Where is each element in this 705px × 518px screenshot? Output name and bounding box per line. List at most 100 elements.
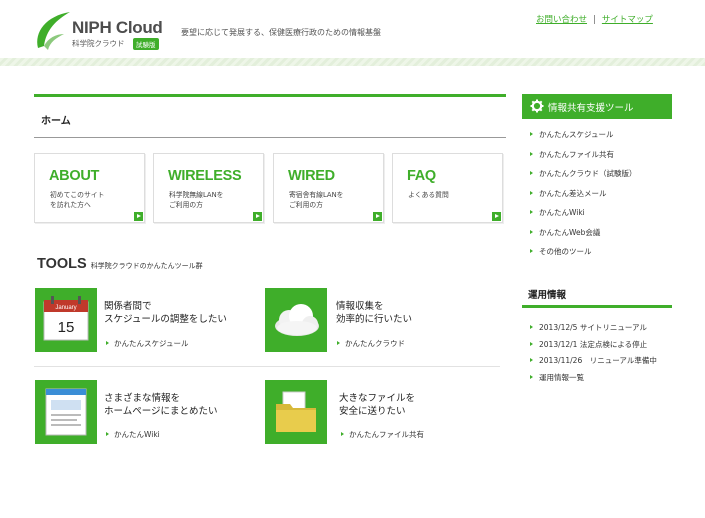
arrow-right-icon	[341, 432, 344, 436]
arrow-right-icon	[530, 249, 533, 253]
sidebar-item-fileshare[interactable]: かんたんファイル共有	[530, 149, 637, 169]
tool-link-wiki[interactable]: かんたんWiki	[106, 429, 160, 440]
sidebar-item-mail[interactable]: かんたん差込メール	[530, 188, 637, 208]
arrow-right-icon	[530, 210, 533, 214]
tool-description: さまざまな情報を ホームページにまとめたい	[104, 392, 218, 419]
logo-swoosh-icon	[37, 12, 70, 50]
ops-item[interactable]: 2013/12/5 サイトリニューアル	[530, 322, 675, 334]
contact-link[interactable]: お問い合わせ	[536, 15, 587, 25]
cloud-icon[interactable]	[265, 288, 327, 352]
webpage-icon[interactable]	[35, 380, 97, 444]
arrow-right-icon	[530, 374, 533, 379]
tool-description: 情報収集を 効率的に行いたい	[336, 300, 412, 327]
tools-title: TOOLS	[37, 256, 87, 272]
tool-link-label: かんたんスケジュール	[114, 339, 189, 348]
nav-box-desc-line: よくある質問	[408, 191, 449, 199]
ops-item-label: 2013/12/5 サイトリニューアル	[539, 323, 647, 332]
page-title: ホーム	[41, 116, 71, 127]
folder-icon[interactable]	[265, 380, 327, 444]
top-links: お問い合わせ | サイトマップ	[536, 13, 653, 25]
ops-item-label: 2013/12/1 法定点検による停止	[539, 339, 648, 349]
nav-box-title: FAQ	[407, 168, 436, 184]
nav-box-faq[interactable]: FAQ よくある質問	[392, 153, 503, 223]
beta-badge: 試験版	[133, 38, 159, 50]
sidebar-item-label: かんたんファイル共有	[539, 149, 614, 159]
nav-box-wired[interactable]: WIRED 寄宿舎有線LANを ご利用の方	[273, 153, 384, 223]
sitemap-link[interactable]: サイトマップ	[602, 15, 653, 25]
calendar-month: January	[55, 305, 76, 311]
sidebar-tools-title: 情報共有支援ツール	[548, 103, 634, 114]
nav-box-desc: 寄宿舎有線LANを ご利用の方	[289, 191, 343, 211]
ops-item[interactable]: 運用情報一覧	[530, 372, 675, 384]
sidebar-tools-list: かんたんスケジュール かんたんファイル共有 かんたんクラウド（試験版） かんたん…	[530, 129, 637, 266]
tool-desc-line: 大きなファイルを	[339, 393, 416, 404]
tool-desc-line: さまざまな情報を	[104, 393, 181, 404]
tool-link-schedule[interactable]: かんたんスケジュール	[106, 338, 188, 349]
nav-box-title: WIRED	[288, 168, 335, 184]
tool-desc-line: スケジュールの調整をしたい	[104, 314, 227, 326]
sidebar-item-webmeeting[interactable]: かんたんWeb会議	[530, 227, 637, 247]
arrow-right-icon	[530, 190, 533, 195]
arrow-right-icon	[492, 212, 501, 221]
ops-item-label: 運用情報一覧	[539, 372, 584, 382]
ops-item[interactable]: 2013/12/1 法定点検による停止	[530, 339, 675, 351]
calendar-icon[interactable]: January 15	[35, 288, 97, 352]
nav-box-desc-line: 初めてこのサイト	[50, 191, 105, 199]
arrow-right-icon	[373, 212, 382, 221]
sidebar-item-other[interactable]: その他のツール	[530, 246, 637, 266]
divider	[34, 366, 500, 367]
arrow-right-icon	[530, 132, 533, 136]
sidebar-item-cloud[interactable]: かんたんクラウド（試験版）	[530, 168, 637, 188]
tool-link-label: かんたんクラウド	[345, 339, 405, 348]
sidebar-tools-header: 情報共有支援ツール	[522, 94, 672, 119]
tool-description: 関係者間で スケジュールの調整をしたい	[104, 300, 227, 327]
nav-box-desc: よくある質問	[408, 191, 449, 201]
tool-link-fileshare[interactable]: かんたんファイル共有	[341, 429, 424, 440]
arrow-right-icon	[530, 325, 533, 329]
sidebar-item-label: かんたん差込メール	[539, 188, 607, 198]
nav-box-wireless[interactable]: WIRELESS 科学院無線LANを ご利用の方	[153, 153, 264, 223]
ops-item[interactable]: 2013/11/26 リニューアル準備中	[530, 355, 662, 367]
arrow-right-icon	[253, 212, 262, 221]
sidebar-item-label: かんたんWeb会議	[539, 227, 601, 237]
ops-list: 2013/12/5 サイトリニューアル 2013/12/1 法定点検による停止 …	[530, 322, 675, 384]
arrow-right-icon	[106, 432, 109, 436]
sidebar-item-label: その他のツール	[539, 247, 592, 256]
arrow-right-icon	[530, 229, 533, 234]
sidebar-item-wiki[interactable]: かんたんWiki	[530, 207, 637, 227]
sidebar-item-label: かんたんスケジュール	[539, 130, 614, 139]
folder-graphic	[276, 391, 316, 432]
arrow-right-icon	[530, 358, 533, 363]
site-tagline: 要望に応じて発展する、保健医療行政のための情報基盤	[181, 28, 381, 37]
nav-box-desc: 初めてこのサイト を訪れた方へ	[50, 191, 104, 211]
nav-box-about[interactable]: ABOUT 初めてこのサイト を訪れた方へ	[34, 153, 145, 223]
calendar-day: 15	[58, 319, 75, 336]
logo-subtitle: 科学院クラウド	[72, 39, 125, 48]
ops-divider	[522, 305, 672, 308]
nav-box-desc-line: ご利用の方	[169, 200, 203, 209]
tool-link-label: かんたんファイル共有	[349, 430, 424, 439]
cloud-graphic	[275, 304, 319, 336]
nav-box-desc-line: 科学院無線LANを	[169, 191, 224, 199]
ops-item-label: 2013/11/26 リニューアル準備中	[539, 356, 657, 366]
sidebar-item-label: かんたんクラウド（試験版）	[539, 169, 637, 178]
arrow-right-icon	[337, 341, 340, 345]
arrow-right-icon	[134, 212, 143, 221]
nav-box-desc-line: を訪れた方へ	[50, 200, 91, 209]
arrow-right-icon	[106, 341, 109, 345]
tool-desc-line: 関係者間で	[104, 301, 152, 312]
ops-title: 運用情報	[528, 290, 567, 301]
header-stripe	[0, 58, 705, 66]
logo-title[interactable]: NIPH Cloud	[72, 18, 163, 38]
tools-subtitle: 科学院クラウドのかんたんツール群	[90, 262, 203, 270]
arrow-right-icon	[530, 341, 533, 346]
arrow-right-icon	[530, 171, 533, 175]
site-header: NIPH Cloud 科学院クラウド 試験版 要望に応じて発展する、保健医療行政…	[0, 0, 705, 60]
nav-box-desc-line: 寄宿舎有線LANを	[289, 191, 344, 199]
tool-desc-line: 安全に送りたい	[339, 406, 406, 418]
sidebar-item-schedule[interactable]: かんたんスケジュール	[530, 129, 637, 149]
tool-description: 大きなファイルを 安全に送りたい	[339, 392, 415, 419]
tool-desc-line: 情報収集を	[336, 301, 384, 312]
calendar-graphic: January 15	[43, 296, 89, 341]
tool-link-cloud[interactable]: かんたんクラウド	[337, 338, 405, 349]
